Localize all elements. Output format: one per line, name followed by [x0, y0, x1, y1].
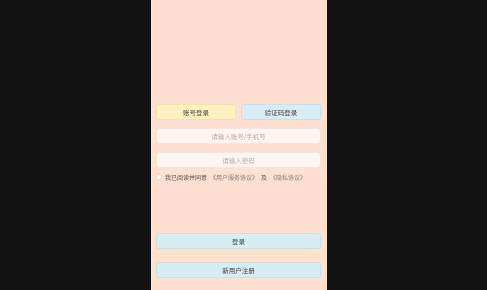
account-input-placeholder: 请输入账号/手机号	[211, 133, 266, 141]
tab-verification-code-login-label: 验证码登录	[264, 109, 298, 117]
screen: 账号登录 验证码登录 请输入账号/手机号 请输入密码 我已阅读并同意 《用户服务…	[0, 0, 487, 290]
tab-account-login[interactable]: 账号登录	[156, 104, 236, 120]
register-button[interactable]: 新用户注册	[156, 262, 321, 278]
tab-account-login-label: 账号登录	[183, 109, 209, 117]
agreement-row: 我已阅读并同意 《用户服务协议》 及 《隐私协议》	[156, 172, 306, 182]
agreement-and: 及	[261, 174, 268, 182]
login-button-label: 登录	[232, 238, 245, 246]
login-button[interactable]: 登录	[156, 233, 321, 249]
register-button-label: 新用户注册	[222, 267, 255, 275]
agreement-checkbox[interactable]	[156, 174, 162, 180]
password-input[interactable]: 请输入密码	[156, 152, 321, 168]
agreement-prefix: 我已阅读并同意	[165, 174, 208, 182]
password-input-placeholder: 请输入密码	[222, 157, 255, 165]
user-service-agreement-link[interactable]: 《用户服务协议》	[210, 173, 258, 182]
tab-verification-code-login[interactable]: 验证码登录	[241, 104, 321, 120]
privacy-agreement-link[interactable]: 《隐私协议》	[270, 173, 306, 182]
account-input[interactable]: 请输入账号/手机号	[156, 128, 321, 144]
